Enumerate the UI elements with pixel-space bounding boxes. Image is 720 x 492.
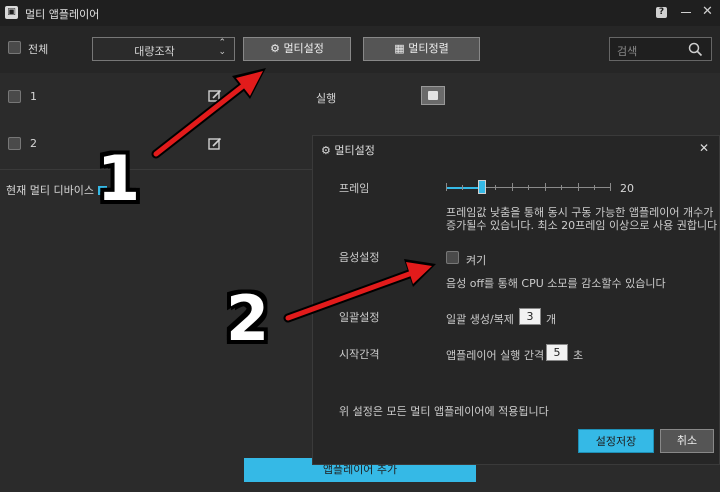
arrow-to-multi-settings: [151, 68, 266, 159]
annotation-arrows: [151, 68, 436, 323]
annotation-step-1: 1: [97, 142, 141, 215]
arrow-to-audio-checkbox: [283, 259, 436, 323]
annotation-step-2: 2: [226, 282, 270, 355]
